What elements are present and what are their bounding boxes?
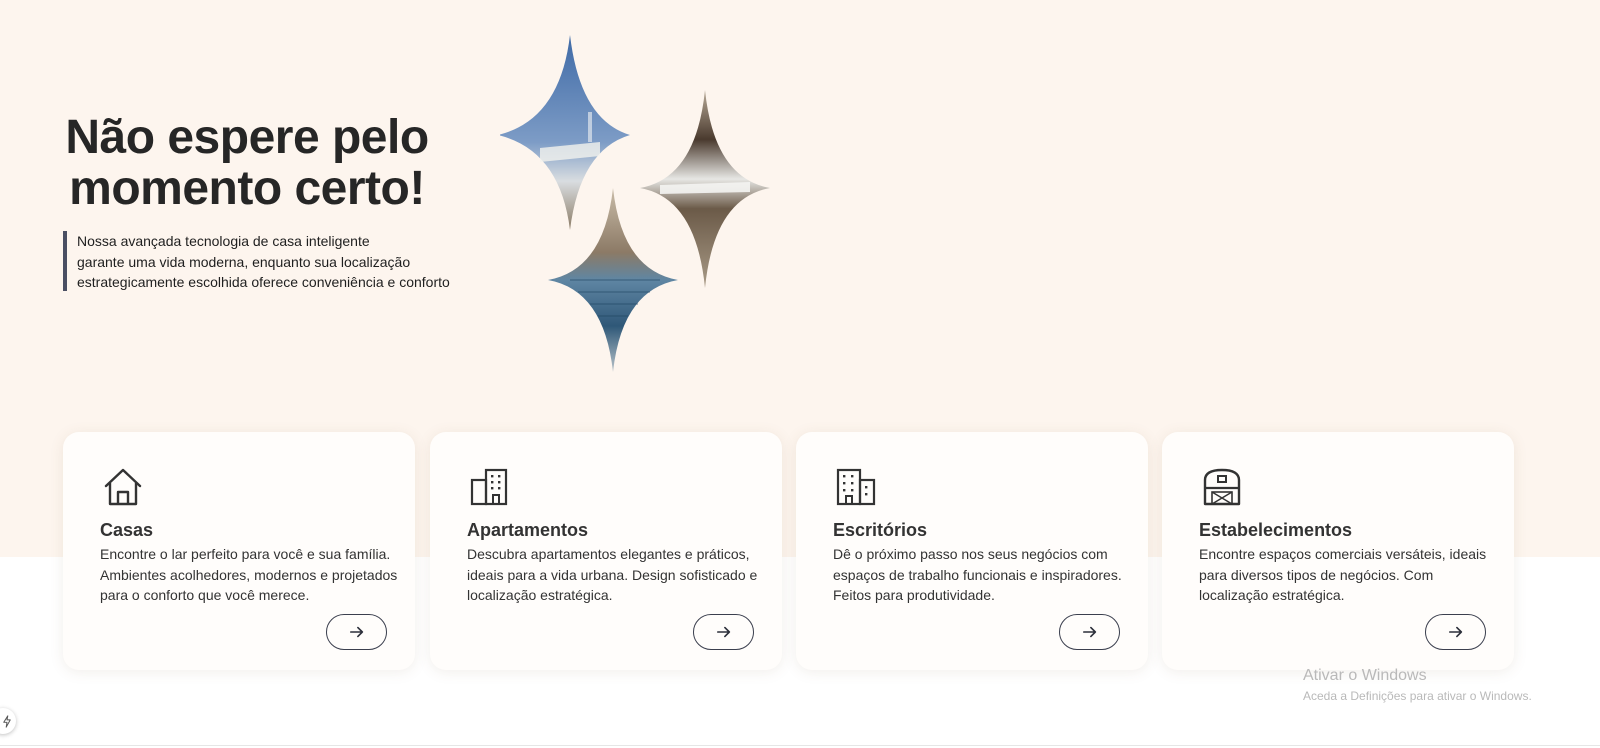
arrow-right-icon — [1448, 626, 1462, 638]
hero-title-line: Não espere pelo — [65, 111, 429, 164]
category-card-text: Dê o próximo passo nos seus negócios com… — [833, 546, 1122, 603]
category-card-casas: Casas Encontre o lar perfeito para você … — [63, 432, 415, 670]
office-building-icon — [836, 468, 876, 506]
category-card-text: Encontre espaços comerciais versáteis, i… — [1199, 546, 1487, 603]
hero-title-line: momento certo! — [69, 162, 425, 215]
arrow-right-icon — [716, 626, 730, 638]
page-divider — [0, 745, 1600, 746]
lightning-bolt-icon — [3, 714, 11, 728]
category-card-text: Descubra apartamentos elegantes e prátic… — [467, 546, 758, 603]
windows-activation-watermark: Ativar o Windows Aceda a Definições para… — [1303, 666, 1532, 705]
sparkle-building-image — [500, 35, 630, 230]
arrow-right-icon — [349, 626, 363, 638]
casas-arrow-button[interactable] — [326, 614, 387, 650]
category-card-estabelecimentos: Estabelecimentos Encontre espaços comerc… — [1162, 432, 1514, 670]
category-card-apartamentos: Apartamentos Descubra apartamentos elega… — [430, 432, 782, 670]
hero-description-line: Nossa avançada tecnologia de casa inteli… — [77, 233, 370, 249]
hero-description-line: garante uma vida moderna, enquanto sua l… — [77, 253, 411, 270]
escritorios-arrow-button[interactable] — [1059, 614, 1120, 650]
house-icon — [104, 468, 142, 506]
store-barn-icon — [1203, 468, 1241, 506]
category-card-title: Apartamentos — [467, 520, 589, 540]
apartment-building-icon — [470, 468, 508, 506]
apartamentos-arrow-button[interactable] — [693, 614, 754, 650]
estabelecimentos-arrow-button[interactable] — [1425, 614, 1486, 650]
floating-bolt-button[interactable] — [0, 708, 16, 734]
sparkle-building-window — [588, 112, 592, 142]
hero-description-line: estrategicamente escolhida oferece conve… — [77, 274, 450, 290]
category-card-escritorios: Escritórios Dê o próximo passo nos seus … — [796, 432, 1148, 670]
category-card-title: Escritórios — [833, 520, 928, 540]
hero-title: Não espere pelo momento certo! — [62, 112, 432, 214]
category-card-text: Encontre o lar perfeito para você e sua … — [100, 546, 398, 603]
watermark-title: Ativar o Windows — [1303, 667, 1427, 684]
watermark-subtitle: Aceda a Definições para ativar o Windows… — [1303, 689, 1532, 703]
hero-description: Nossa avançada tecnologia de casa inteli… — [63, 231, 450, 291]
sparkle-image-collage — [500, 35, 770, 372]
category-card-title: Casas — [100, 520, 154, 540]
category-card-title: Estabelecimentos — [1199, 520, 1353, 540]
arrow-right-icon — [1082, 626, 1096, 638]
